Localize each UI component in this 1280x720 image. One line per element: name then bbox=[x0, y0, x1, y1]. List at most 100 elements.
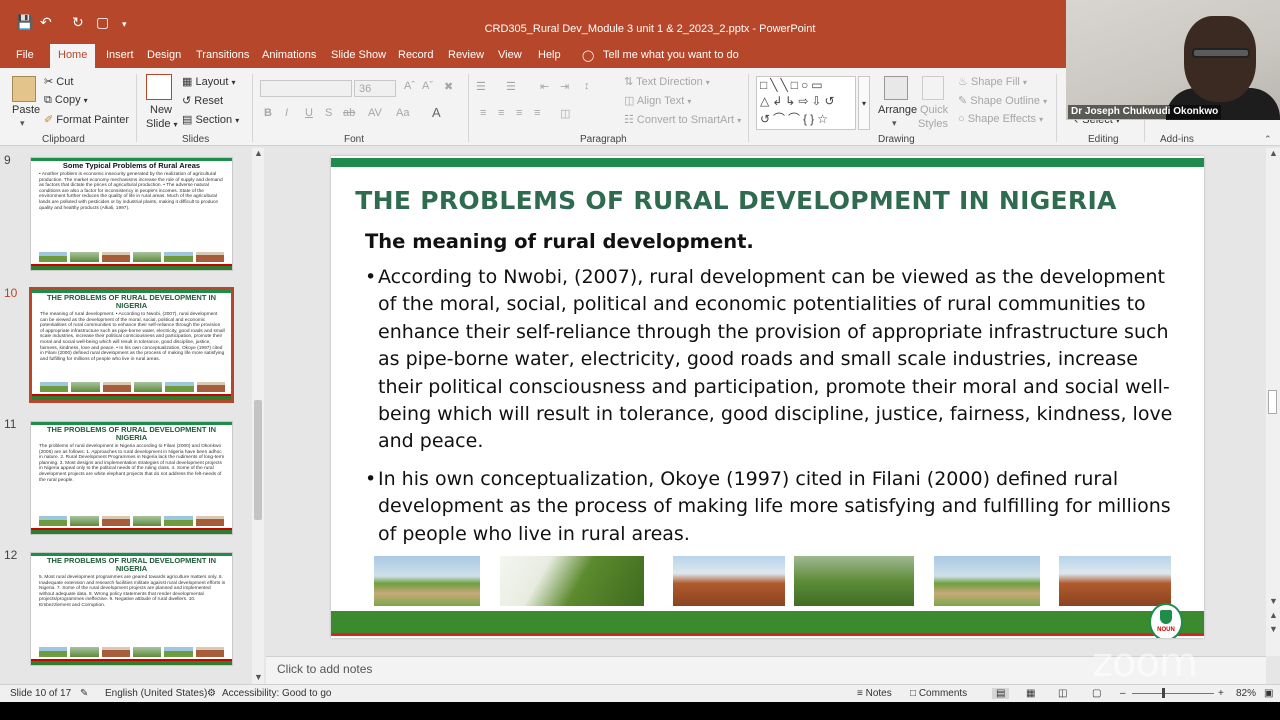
shape-effects-button[interactable]: ○ Shape Effects ▾ bbox=[958, 113, 1043, 125]
spelling-icon[interactable]: ✎ bbox=[80, 688, 88, 699]
language-status[interactable]: English (United States) bbox=[105, 688, 207, 699]
copy-button[interactable]: ⧉ Copy ▾ bbox=[44, 94, 88, 107]
shape-fill-button[interactable]: ♨ Shape Fill ▾ bbox=[958, 75, 1027, 88]
new-slide-label-2[interactable]: Slide ▾ bbox=[146, 118, 178, 130]
arrange-icon[interactable] bbox=[884, 76, 908, 100]
slideshow-icon[interactable]: ▢ bbox=[1092, 688, 1101, 699]
zoom-slider[interactable] bbox=[1132, 693, 1214, 694]
slide-title[interactable]: THE PROBLEMS OF RURAL DEVELOPMENT IN NIG… bbox=[331, 186, 1141, 215]
quick-styles-icon[interactable] bbox=[922, 76, 944, 100]
scroll-thumb[interactable] bbox=[254, 400, 262, 520]
slide-bullet-1[interactable]: According to Nwobi, (2007), rural develo… bbox=[365, 264, 1185, 456]
text-direction-button[interactable]: ⇅ Text Direction ▾ bbox=[624, 75, 710, 88]
next-slide-icon[interactable]: ▼ bbox=[1269, 624, 1278, 634]
scroll-thumb[interactable] bbox=[1268, 390, 1277, 414]
paste-dropdown-icon[interactable]: ▾ bbox=[20, 118, 25, 129]
zoom-slider-thumb[interactable] bbox=[1162, 688, 1165, 698]
align-right-icon[interactable]: ≡ bbox=[516, 107, 522, 119]
shapes-more-icon[interactable]: ▾ bbox=[858, 76, 870, 130]
paste-icon[interactable] bbox=[12, 76, 36, 102]
undo-icon[interactable]: ↶ bbox=[40, 14, 52, 31]
zoom-level[interactable]: 82% bbox=[1236, 688, 1256, 699]
align-center-icon[interactable]: ≡ bbox=[498, 107, 504, 119]
slide-thumbnail-12[interactable]: THE PROBLEMS OF RURAL DEVELOPMENT IN NIG… bbox=[30, 552, 233, 666]
change-case-icon[interactable]: Aa bbox=[396, 107, 409, 119]
character-spacing-icon[interactable]: AV bbox=[368, 107, 382, 119]
underline-button[interactable]: U bbox=[305, 107, 313, 119]
tab-view[interactable]: View bbox=[498, 49, 522, 61]
slide-subtitle[interactable]: The meaning of rural development. bbox=[365, 230, 754, 253]
zoom-in-icon[interactable]: + bbox=[1218, 688, 1224, 699]
shapes-gallery[interactable]: □╲╲□○▭ △↲↳⇨⇩↺ ↺⌒⌒{}☆ bbox=[756, 76, 856, 130]
slide-thumbnail-11[interactable]: THE PROBLEMS OF RURAL DEVELOPMENT IN NIG… bbox=[30, 421, 233, 535]
tell-me-search[interactable]: Tell me what you want to do bbox=[603, 49, 739, 61]
tab-home[interactable]: Home bbox=[50, 44, 96, 68]
rural-road-photo[interactable] bbox=[374, 556, 480, 606]
decrease-indent-icon[interactable]: ⇤ bbox=[540, 80, 549, 93]
accessibility-status[interactable]: Accessibility: Good to go bbox=[222, 688, 332, 699]
tab-insert[interactable]: Insert bbox=[106, 49, 134, 61]
slide-thumbnail-10-selected[interactable]: THE PROBLEMS OF RURAL DEVELOPMENT IN NIG… bbox=[29, 287, 234, 403]
accessibility-icon[interactable]: ⚙ bbox=[207, 688, 216, 699]
farmers-harvest-photo[interactable] bbox=[500, 556, 644, 606]
notes-placeholder[interactable]: Click to add notes bbox=[277, 662, 372, 676]
slide-thumbnail-9[interactable]: Some Typical Problems of Rural Areas • A… bbox=[30, 157, 233, 271]
scroll-up-icon[interactable]: ▲ bbox=[1269, 148, 1278, 158]
format-painter-button[interactable]: ✐ Format Painter bbox=[44, 113, 129, 126]
shadow-button[interactable]: S bbox=[325, 107, 332, 119]
tab-record[interactable]: Record bbox=[398, 49, 433, 61]
cut-button[interactable]: ✂ Cut bbox=[44, 75, 73, 88]
decrease-font-icon[interactable]: Aˇ bbox=[422, 80, 433, 92]
redo-icon[interactable]: ↻ bbox=[72, 14, 84, 31]
tab-transitions[interactable]: Transitions bbox=[196, 49, 249, 61]
crop-field-photo[interactable] bbox=[794, 556, 914, 606]
shape-outline-button[interactable]: ✎ Shape Outline ▾ bbox=[958, 94, 1047, 107]
align-text-button[interactable]: ◫ Align Text ▾ bbox=[624, 94, 691, 107]
arrange-dropdown-icon[interactable]: ▾ bbox=[892, 118, 897, 129]
thumbnail-scrollbar[interactable]: ▲ ▼ bbox=[252, 148, 264, 684]
paste-button[interactable]: Paste bbox=[12, 104, 40, 116]
zoom-out-icon[interactable]: – bbox=[1120, 688, 1126, 699]
rural-road-photo-2[interactable] bbox=[934, 556, 1040, 606]
justify-icon[interactable]: ≡ bbox=[534, 107, 540, 119]
clear-formatting-icon[interactable]: ✖ bbox=[444, 80, 453, 93]
save-icon[interactable]: 💾 bbox=[16, 14, 33, 31]
font-color-icon[interactable]: A bbox=[432, 105, 441, 120]
scroll-up-icon[interactable]: ▲ bbox=[254, 148, 263, 158]
columns-icon[interactable]: ◫ bbox=[560, 107, 570, 120]
slide-bullet-2[interactable]: In his own conceptualization, Okoye (199… bbox=[365, 466, 1185, 548]
scroll-down-icon[interactable]: ▼ bbox=[1269, 596, 1278, 606]
farmland-photo[interactable] bbox=[673, 556, 785, 606]
tab-design[interactable]: Design bbox=[147, 49, 181, 61]
normal-view-icon[interactable]: ▤ bbox=[992, 688, 1010, 699]
quick-styles-label-2[interactable]: Styles bbox=[918, 118, 948, 130]
comments-toggle[interactable]: □ Comments bbox=[910, 688, 967, 699]
previous-slide-icon[interactable]: ▲ bbox=[1269, 610, 1278, 620]
new-slide-label-1[interactable]: New bbox=[150, 104, 172, 116]
farmland-photo-2[interactable] bbox=[1059, 556, 1171, 606]
reset-button[interactable]: ↺ Reset bbox=[182, 94, 223, 107]
slide-sorter-icon[interactable]: ▦ bbox=[1026, 688, 1035, 699]
quick-styles-label-1[interactable]: Quick bbox=[920, 104, 948, 116]
layout-button[interactable]: ▦ Layout ▾ bbox=[182, 75, 236, 88]
increase-indent-icon[interactable]: ⇥ bbox=[560, 80, 569, 93]
slide-scrollbar[interactable]: ▲ ▼ ▲ ▼ bbox=[1266, 148, 1280, 656]
present-icon[interactable]: ▢ bbox=[96, 14, 109, 31]
arrange-button[interactable]: Arrange bbox=[878, 104, 917, 116]
tab-help[interactable]: Help bbox=[538, 49, 561, 61]
strikethrough-button[interactable]: ab bbox=[343, 107, 355, 119]
tab-review[interactable]: Review bbox=[448, 49, 484, 61]
scroll-down-icon[interactable]: ▼ bbox=[254, 672, 263, 682]
line-spacing-icon[interactable]: ↕ bbox=[584, 80, 590, 92]
notes-toggle[interactable]: ≡ Notes bbox=[857, 688, 892, 699]
section-button[interactable]: ▤ Section ▾ bbox=[182, 113, 239, 126]
numbering-icon[interactable]: ☰ bbox=[506, 80, 516, 93]
italic-button[interactable]: I bbox=[285, 107, 288, 119]
fit-slide-icon[interactable]: ▣ bbox=[1264, 688, 1273, 699]
align-left-icon[interactable]: ≡ bbox=[480, 107, 486, 119]
tab-file[interactable]: File bbox=[16, 49, 34, 61]
tab-slide-show[interactable]: Slide Show bbox=[331, 49, 386, 61]
font-family-select[interactable] bbox=[260, 80, 352, 97]
bold-button[interactable]: B bbox=[264, 107, 272, 119]
reading-view-icon[interactable]: ◫ bbox=[1058, 688, 1067, 699]
